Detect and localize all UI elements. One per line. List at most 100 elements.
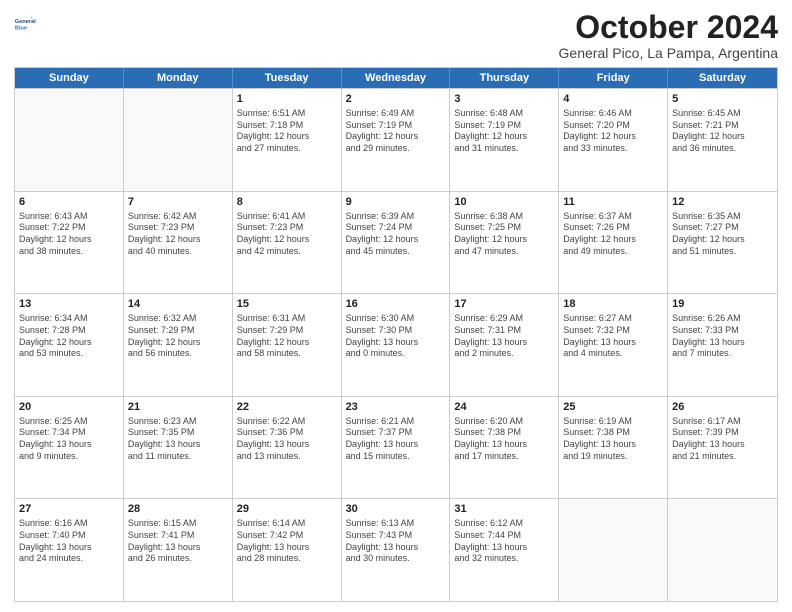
main-title: October 2024 bbox=[559, 10, 778, 45]
week-row-3: 13Sunrise: 6:34 AM Sunset: 7:28 PM Dayli… bbox=[15, 293, 777, 396]
day-cell-2: 2Sunrise: 6:49 AM Sunset: 7:19 PM Daylig… bbox=[342, 89, 451, 191]
day-cell-3: 3Sunrise: 6:48 AM Sunset: 7:19 PM Daylig… bbox=[450, 89, 559, 191]
day-number-4: 4 bbox=[563, 92, 663, 107]
day-info-1: Sunrise: 6:51 AM Sunset: 7:18 PM Dayligh… bbox=[237, 108, 337, 155]
day-info-15: Sunrise: 6:31 AM Sunset: 7:29 PM Dayligh… bbox=[237, 313, 337, 360]
day-cell-18: 18Sunrise: 6:27 AM Sunset: 7:32 PM Dayli… bbox=[559, 294, 668, 396]
day-cell-23: 23Sunrise: 6:21 AM Sunset: 7:37 PM Dayli… bbox=[342, 397, 451, 499]
day-info-16: Sunrise: 6:30 AM Sunset: 7:30 PM Dayligh… bbox=[346, 313, 446, 360]
day-number-27: 27 bbox=[19, 502, 119, 517]
day-cell-29: 29Sunrise: 6:14 AM Sunset: 7:42 PM Dayli… bbox=[233, 499, 342, 601]
header-day-monday: Monday bbox=[124, 68, 233, 88]
day-cell-8: 8Sunrise: 6:41 AM Sunset: 7:23 PM Daylig… bbox=[233, 192, 342, 294]
day-info-23: Sunrise: 6:21 AM Sunset: 7:37 PM Dayligh… bbox=[346, 416, 446, 463]
day-number-2: 2 bbox=[346, 92, 446, 107]
day-cell-22: 22Sunrise: 6:22 AM Sunset: 7:36 PM Dayli… bbox=[233, 397, 342, 499]
day-number-25: 25 bbox=[563, 400, 663, 415]
header-day-friday: Friday bbox=[559, 68, 668, 88]
day-cell-25: 25Sunrise: 6:19 AM Sunset: 7:38 PM Dayli… bbox=[559, 397, 668, 499]
page: General Blue October 2024 General Pico, … bbox=[0, 0, 792, 612]
day-info-28: Sunrise: 6:15 AM Sunset: 7:41 PM Dayligh… bbox=[128, 518, 228, 565]
day-number-7: 7 bbox=[128, 195, 228, 210]
day-number-13: 13 bbox=[19, 297, 119, 312]
day-cell-9: 9Sunrise: 6:39 AM Sunset: 7:24 PM Daylig… bbox=[342, 192, 451, 294]
day-info-31: Sunrise: 6:12 AM Sunset: 7:44 PM Dayligh… bbox=[454, 518, 554, 565]
day-info-26: Sunrise: 6:17 AM Sunset: 7:39 PM Dayligh… bbox=[672, 416, 773, 463]
empty-cell-0-1 bbox=[124, 89, 233, 191]
header-day-wednesday: Wednesday bbox=[342, 68, 451, 88]
day-info-4: Sunrise: 6:46 AM Sunset: 7:20 PM Dayligh… bbox=[563, 108, 663, 155]
day-number-31: 31 bbox=[454, 502, 554, 517]
day-number-9: 9 bbox=[346, 195, 446, 210]
day-info-29: Sunrise: 6:14 AM Sunset: 7:42 PM Dayligh… bbox=[237, 518, 337, 565]
day-cell-1: 1Sunrise: 6:51 AM Sunset: 7:18 PM Daylig… bbox=[233, 89, 342, 191]
day-number-3: 3 bbox=[454, 92, 554, 107]
week-row-1: 1Sunrise: 6:51 AM Sunset: 7:18 PM Daylig… bbox=[15, 88, 777, 191]
day-number-28: 28 bbox=[128, 502, 228, 517]
calendar-body: 1Sunrise: 6:51 AM Sunset: 7:18 PM Daylig… bbox=[15, 88, 777, 601]
day-number-16: 16 bbox=[346, 297, 446, 312]
day-info-17: Sunrise: 6:29 AM Sunset: 7:31 PM Dayligh… bbox=[454, 313, 554, 360]
day-cell-21: 21Sunrise: 6:23 AM Sunset: 7:35 PM Dayli… bbox=[124, 397, 233, 499]
day-number-26: 26 bbox=[672, 400, 773, 415]
header: General Blue October 2024 General Pico, … bbox=[14, 10, 778, 61]
logo: General Blue bbox=[14, 10, 42, 38]
day-info-20: Sunrise: 6:25 AM Sunset: 7:34 PM Dayligh… bbox=[19, 416, 119, 463]
day-cell-11: 11Sunrise: 6:37 AM Sunset: 7:26 PM Dayli… bbox=[559, 192, 668, 294]
day-info-8: Sunrise: 6:41 AM Sunset: 7:23 PM Dayligh… bbox=[237, 211, 337, 258]
subtitle: General Pico, La Pampa, Argentina bbox=[559, 45, 778, 61]
day-cell-20: 20Sunrise: 6:25 AM Sunset: 7:34 PM Dayli… bbox=[15, 397, 124, 499]
day-number-11: 11 bbox=[563, 195, 663, 210]
day-info-18: Sunrise: 6:27 AM Sunset: 7:32 PM Dayligh… bbox=[563, 313, 663, 360]
day-number-12: 12 bbox=[672, 195, 773, 210]
logo-icon: General Blue bbox=[14, 10, 42, 38]
day-cell-17: 17Sunrise: 6:29 AM Sunset: 7:31 PM Dayli… bbox=[450, 294, 559, 396]
day-info-6: Sunrise: 6:43 AM Sunset: 7:22 PM Dayligh… bbox=[19, 211, 119, 258]
day-cell-6: 6Sunrise: 6:43 AM Sunset: 7:22 PM Daylig… bbox=[15, 192, 124, 294]
day-info-19: Sunrise: 6:26 AM Sunset: 7:33 PM Dayligh… bbox=[672, 313, 773, 360]
day-info-7: Sunrise: 6:42 AM Sunset: 7:23 PM Dayligh… bbox=[128, 211, 228, 258]
day-info-10: Sunrise: 6:38 AM Sunset: 7:25 PM Dayligh… bbox=[454, 211, 554, 258]
day-number-14: 14 bbox=[128, 297, 228, 312]
day-cell-7: 7Sunrise: 6:42 AM Sunset: 7:23 PM Daylig… bbox=[124, 192, 233, 294]
day-info-3: Sunrise: 6:48 AM Sunset: 7:19 PM Dayligh… bbox=[454, 108, 554, 155]
header-day-tuesday: Tuesday bbox=[233, 68, 342, 88]
day-info-14: Sunrise: 6:32 AM Sunset: 7:29 PM Dayligh… bbox=[128, 313, 228, 360]
day-number-5: 5 bbox=[672, 92, 773, 107]
day-number-29: 29 bbox=[237, 502, 337, 517]
day-number-1: 1 bbox=[237, 92, 337, 107]
day-info-21: Sunrise: 6:23 AM Sunset: 7:35 PM Dayligh… bbox=[128, 416, 228, 463]
day-number-20: 20 bbox=[19, 400, 119, 415]
day-number-8: 8 bbox=[237, 195, 337, 210]
day-cell-15: 15Sunrise: 6:31 AM Sunset: 7:29 PM Dayli… bbox=[233, 294, 342, 396]
day-info-30: Sunrise: 6:13 AM Sunset: 7:43 PM Dayligh… bbox=[346, 518, 446, 565]
day-number-21: 21 bbox=[128, 400, 228, 415]
day-info-13: Sunrise: 6:34 AM Sunset: 7:28 PM Dayligh… bbox=[19, 313, 119, 360]
day-cell-4: 4Sunrise: 6:46 AM Sunset: 7:20 PM Daylig… bbox=[559, 89, 668, 191]
day-cell-30: 30Sunrise: 6:13 AM Sunset: 7:43 PM Dayli… bbox=[342, 499, 451, 601]
day-cell-26: 26Sunrise: 6:17 AM Sunset: 7:39 PM Dayli… bbox=[668, 397, 777, 499]
day-number-22: 22 bbox=[237, 400, 337, 415]
day-info-24: Sunrise: 6:20 AM Sunset: 7:38 PM Dayligh… bbox=[454, 416, 554, 463]
day-info-25: Sunrise: 6:19 AM Sunset: 7:38 PM Dayligh… bbox=[563, 416, 663, 463]
day-info-2: Sunrise: 6:49 AM Sunset: 7:19 PM Dayligh… bbox=[346, 108, 446, 155]
empty-cell-0-0 bbox=[15, 89, 124, 191]
header-day-thursday: Thursday bbox=[450, 68, 559, 88]
day-cell-13: 13Sunrise: 6:34 AM Sunset: 7:28 PM Dayli… bbox=[15, 294, 124, 396]
day-number-18: 18 bbox=[563, 297, 663, 312]
day-info-9: Sunrise: 6:39 AM Sunset: 7:24 PM Dayligh… bbox=[346, 211, 446, 258]
day-info-27: Sunrise: 6:16 AM Sunset: 7:40 PM Dayligh… bbox=[19, 518, 119, 565]
svg-text:Blue: Blue bbox=[15, 26, 27, 32]
week-row-4: 20Sunrise: 6:25 AM Sunset: 7:34 PM Dayli… bbox=[15, 396, 777, 499]
day-cell-12: 12Sunrise: 6:35 AM Sunset: 7:27 PM Dayli… bbox=[668, 192, 777, 294]
day-number-19: 19 bbox=[672, 297, 773, 312]
day-cell-5: 5Sunrise: 6:45 AM Sunset: 7:21 PM Daylig… bbox=[668, 89, 777, 191]
day-number-30: 30 bbox=[346, 502, 446, 517]
empty-cell-4-6 bbox=[668, 499, 777, 601]
day-cell-14: 14Sunrise: 6:32 AM Sunset: 7:29 PM Dayli… bbox=[124, 294, 233, 396]
title-block: October 2024 General Pico, La Pampa, Arg… bbox=[559, 10, 778, 61]
svg-text:General: General bbox=[15, 19, 36, 25]
calendar: SundayMondayTuesdayWednesdayThursdayFrid… bbox=[14, 67, 778, 602]
day-cell-27: 27Sunrise: 6:16 AM Sunset: 7:40 PM Dayli… bbox=[15, 499, 124, 601]
header-day-sunday: Sunday bbox=[15, 68, 124, 88]
